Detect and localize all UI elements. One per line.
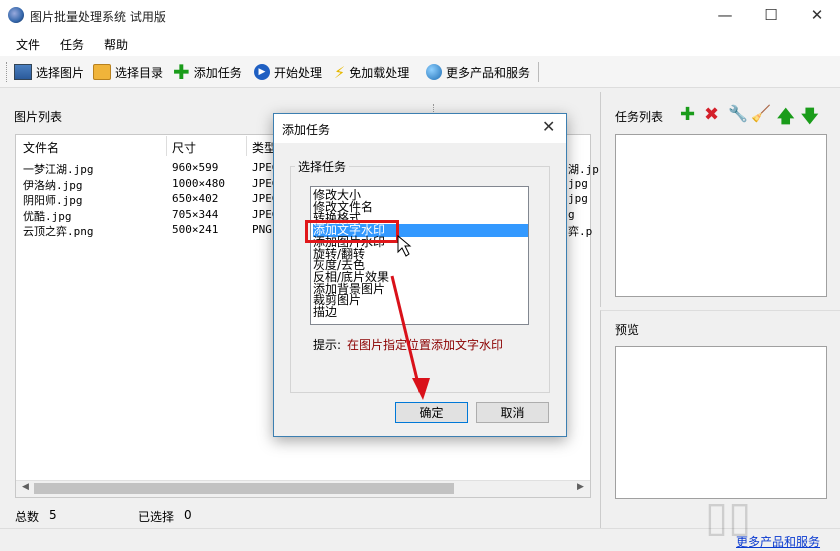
- annotation-arrow: [390, 234, 430, 400]
- arrow-line: [390, 275, 422, 393]
- mouse-cursor-icon: [397, 234, 412, 257]
- arrow-head: [412, 378, 430, 400]
